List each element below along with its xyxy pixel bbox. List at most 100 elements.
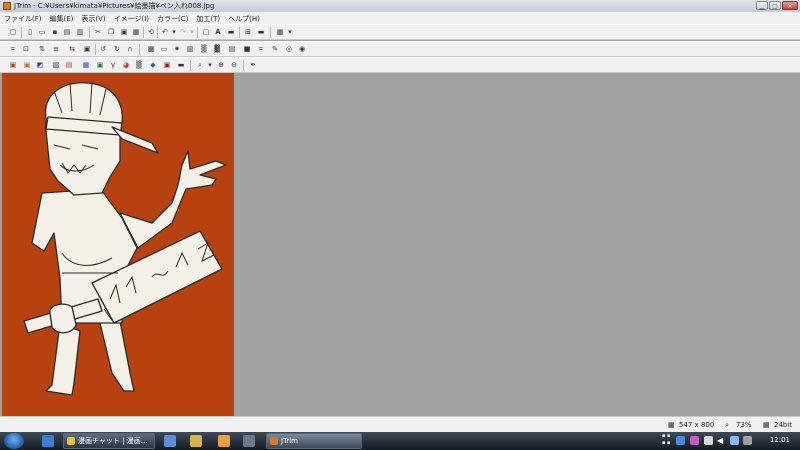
close-button[interactable]: ✕ <box>782 1 798 10</box>
image-preview[interactable] <box>2 73 234 416</box>
circle-icon[interactable]: ◉ <box>297 44 307 54</box>
menu-view[interactable]: 表示(V) <box>77 12 109 24</box>
color-reduce-icon[interactable]: ◆ <box>148 60 158 70</box>
volume-icon[interactable]: ◀ <box>717 436 726 445</box>
target-icon[interactable]: ◎ <box>284 44 294 54</box>
paste-icon[interactable]: ▣ <box>119 27 129 37</box>
select-all-icon[interactable]: ▢ <box>8 27 18 37</box>
frame-icon[interactable]: ▢ <box>201 27 211 37</box>
quick-launch-icon-3[interactable] <box>243 435 255 447</box>
gradient-icon[interactable]: ▦ <box>81 60 91 70</box>
crop-icon[interactable]: ⌗ <box>8 44 18 54</box>
taskbar-item-jtrim[interactable]: JTrim <box>266 433 362 449</box>
gamma-icon[interactable]: γ <box>108 60 118 70</box>
tone-icon[interactable]: ▣ <box>22 60 32 70</box>
start-button[interactable] <box>4 433 24 449</box>
maximize-button[interactable]: ▢ <box>769 1 781 10</box>
menu-edit[interactable]: 編集(E) <box>46 12 78 24</box>
tray-icon-3[interactable] <box>704 436 713 445</box>
rotate-icon[interactable]: ⟲ <box>146 27 156 37</box>
cut-icon[interactable]: ✂ <box>93 27 103 37</box>
split-icon[interactable]: ⊞ <box>243 27 253 37</box>
tray-icon-1[interactable] <box>676 436 685 445</box>
eyedropper-icon[interactable]: ✒ <box>248 60 258 70</box>
zoom-in-icon[interactable]: ⊕ <box>216 60 226 70</box>
app-icon[interactable] <box>3 2 11 10</box>
sepia-icon[interactable]: ▣ <box>8 60 18 70</box>
color-swap-icon[interactable]: ▣ <box>162 60 172 70</box>
browser-icon <box>67 437 75 445</box>
canvas-area[interactable] <box>0 73 800 416</box>
zoom-level-icon: ⌕ <box>725 421 729 429</box>
grid-dropdown-icon[interactable]: ▾ <box>285 27 295 37</box>
palette-icon[interactable]: ◕ <box>121 60 131 70</box>
join-icon[interactable]: ▬ <box>256 27 266 37</box>
noise-icon[interactable]: ▒ <box>199 44 209 54</box>
invert-icon[interactable]: ■ <box>242 44 252 54</box>
paint-icon[interactable]: ✎ <box>270 44 280 54</box>
brightness-icon[interactable]: ▭ <box>159 44 169 54</box>
status-bar: ▦ 547 x 800 ⌕ 73% ▦ 24bit <box>0 416 800 432</box>
new-file-icon[interactable]: ▯ <box>25 27 35 37</box>
levels-icon[interactable]: ▤ <box>227 44 237 54</box>
paste-new-icon[interactable]: ▦ <box>131 27 141 37</box>
text-tool-button[interactable]: A <box>213 27 223 37</box>
dimensions-icon: ▦ <box>668 421 675 429</box>
dither-icon[interactable]: ▒ <box>134 60 144 70</box>
image-dimensions: 547 x 800 <box>679 421 715 429</box>
internet-explorer-icon[interactable] <box>42 435 54 447</box>
minimize-button[interactable]: ▁ <box>756 1 768 10</box>
grayscale-icon[interactable]: ▩ <box>146 44 156 54</box>
network-icon[interactable] <box>730 436 739 445</box>
taskbar: 漫画チャット | 漫画... JTrim ▪ ▪ ▪ ▪ ◀ 12:01 <box>0 432 800 450</box>
bit-depth-icon: ▦ <box>763 421 770 429</box>
rotate-right-icon[interactable]: ↻ <box>112 44 122 54</box>
quick-launch-icon-1[interactable] <box>164 435 176 447</box>
taskbar-item-chat[interactable]: 漫画チャット | 漫画... <box>63 433 155 449</box>
redo-dropdown-icon[interactable]: ▾ <box>187 27 197 37</box>
rotate-free-icon[interactable]: ∩ <box>125 44 135 54</box>
toolbar-row-1: ▢ ▯ ▭ ▪ ▤ ▥ ✂ ❐ ▣ ▦ ⟲ ↶ ▾ ↷ ▾ ▢ A ▬ ⊞ ▬ … <box>0 24 800 40</box>
language-indicator[interactable]: ▪ ▪ ▪ ▪ <box>662 433 670 447</box>
title-bar[interactable]: JTrim - C:¥Users¥kimata¥Pictures¥絵墨描¥ペン入… <box>0 0 800 12</box>
clock[interactable]: 12:01 <box>770 436 790 444</box>
flip-horizontal-icon[interactable]: ⇆ <box>67 44 77 54</box>
toolbar-row-2: ⌗ ⊡ ⇅ ≡ ⇆ ▣ ↺ ↻ ∩ ▩ ▭ ✷ ▥ ▒ ▓ ▤ ■ ⌗ ✎ ◎ … <box>0 41 800 57</box>
tray-icon-2[interactable] <box>690 436 699 445</box>
sun-icon[interactable]: ✷ <box>172 44 182 54</box>
print-preview-icon[interactable]: ▥ <box>75 27 85 37</box>
bit-depth: 24bit <box>774 421 793 429</box>
mosaic-icon[interactable]: ⌗ <box>256 44 266 54</box>
zoom-level: 73% <box>736 421 752 429</box>
picture-icon[interactable]: ▣ <box>95 60 105 70</box>
save-icon[interactable]: ▪ <box>50 27 60 37</box>
rgb-icon[interactable]: ▤ <box>64 60 74 70</box>
zoom-icon[interactable]: ⌕ <box>195 60 205 70</box>
resize-icon[interactable]: ⊡ <box>21 44 31 54</box>
menu-file[interactable]: ファイル(F) <box>0 12 46 24</box>
print-icon[interactable]: ▤ <box>62 27 72 37</box>
rotate-left-icon[interactable]: ↺ <box>98 44 108 54</box>
trim-icon[interactable]: ▣ <box>82 44 92 54</box>
zoom-dropdown-icon[interactable]: ▾ <box>205 60 215 70</box>
menu-process[interactable]: 加工(T) <box>192 12 224 24</box>
quick-launch-icon-2[interactable] <box>218 435 230 447</box>
hue-icon[interactable]: ▨ <box>51 60 61 70</box>
grid-icon[interactable]: ▦ <box>275 27 285 37</box>
flip-vertical-icon[interactable]: ⇅ <box>37 44 47 54</box>
copy-icon[interactable]: ❐ <box>106 27 116 37</box>
tray-icon-4[interactable] <box>743 436 752 445</box>
posterize-icon[interactable]: ▬ <box>176 60 186 70</box>
contrast-icon[interactable]: ▥ <box>185 44 195 54</box>
menu-help[interactable]: ヘルプ(H) <box>224 12 264 24</box>
system-tray: ▪ ▪ ▪ ▪ ◀ 12:01 <box>660 432 800 450</box>
color-balance-icon[interactable]: ◩ <box>35 60 45 70</box>
line-icon[interactable]: ▬ <box>226 27 236 37</box>
align-icon[interactable]: ≡ <box>51 44 61 54</box>
menu-image[interactable]: イメージ(I) <box>110 12 153 24</box>
sharpen-icon[interactable]: ▓ <box>212 44 222 54</box>
open-folder-icon[interactable]: ▭ <box>37 27 47 37</box>
folder-icon[interactable] <box>190 435 202 447</box>
zoom-out-icon[interactable]: ⊖ <box>229 60 239 70</box>
menu-color[interactable]: カラー(C) <box>153 12 192 24</box>
